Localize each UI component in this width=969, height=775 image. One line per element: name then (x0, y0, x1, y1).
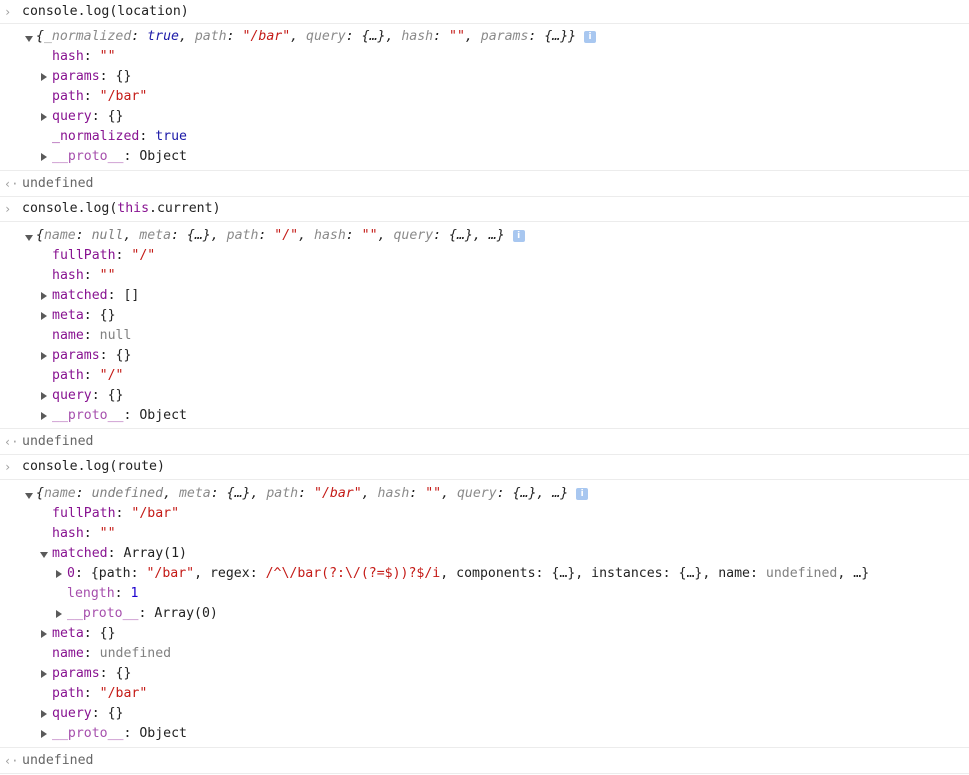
expand-toggle-icon[interactable] (41, 153, 47, 161)
preview-value: "/bar" (242, 29, 291, 44)
object-preview[interactable]: {name: undefined, meta: {…}, path: "/bar… (36, 484, 589, 504)
expand-toggle-icon[interactable] (41, 730, 47, 738)
return-arrow-icon: ‹· (4, 754, 19, 768)
preview-key: query (306, 29, 346, 44)
console-output-block: {name: null, meta: {…}, path: "/", hash:… (0, 222, 969, 429)
expand-toggle-icon[interactable] (41, 292, 47, 300)
array-item-row[interactable]: 0: {path: "/bar", regex: /^\/bar(?:\/(?=… (67, 564, 869, 584)
console-output-block: {name: undefined, meta: {…}, path: "/bar… (0, 480, 969, 748)
property-row: hash: "" (52, 526, 116, 541)
preview-value: true (147, 29, 179, 44)
expand-toggle-icon[interactable] (41, 630, 47, 638)
property-row[interactable]: __proto__: Object (52, 724, 187, 744)
property-row[interactable]: query: {} (52, 386, 123, 406)
property-row[interactable]: params: {} (52, 346, 131, 366)
expand-toggle-icon[interactable] (41, 113, 47, 121)
info-icon[interactable]: i (512, 230, 525, 242)
property-row[interactable]: meta: {} (52, 306, 116, 326)
console-command: console.log(route) (22, 459, 165, 474)
info-icon[interactable]: i (584, 31, 597, 43)
console-input-row[interactable]: › console.log(location) (0, 0, 969, 24)
property-row: path: "/" (52, 368, 124, 383)
expand-toggle-icon[interactable] (41, 73, 47, 81)
console-command: console.log(location) (22, 4, 189, 19)
preview-key: _normalized (43, 29, 132, 44)
expand-toggle-icon[interactable] (41, 670, 47, 678)
chevron-right-icon: › (4, 460, 12, 474)
property-row: length: 1 (67, 586, 139, 601)
property-row: name: undefined (52, 646, 172, 661)
expand-toggle-icon[interactable] (56, 610, 62, 618)
expand-toggle-icon[interactable] (25, 493, 33, 499)
expand-toggle-icon[interactable] (25, 235, 33, 241)
property-row: _normalized: true (52, 129, 187, 144)
expand-toggle-icon[interactable] (41, 352, 47, 360)
property-row[interactable]: __proto__: Array(0) (67, 604, 218, 624)
preview-key: params (480, 29, 529, 44)
devtools-console: › console.log(location) {_normalized: tr… (0, 0, 969, 775)
chevron-right-icon: › (4, 5, 12, 19)
property-row[interactable]: meta: {} (52, 624, 116, 644)
property-row: path: "/bar" (52, 89, 148, 104)
expand-toggle-icon[interactable] (41, 392, 47, 400)
return-arrow-icon: ‹· (4, 435, 19, 449)
console-result-row: ‹· undefined (0, 429, 969, 455)
property-row[interactable]: __proto__: Object (52, 147, 187, 167)
console-input-row[interactable]: › console.log(route) (0, 455, 969, 480)
console-input-row[interactable]: › console.log(this.current) (0, 197, 969, 222)
property-row: fullPath: "/bar" (52, 506, 180, 521)
return-arrow-icon: ‹· (4, 177, 19, 191)
property-row: hash: "" (52, 268, 116, 283)
property-row[interactable]: params: {} (52, 67, 131, 87)
chevron-right-icon: › (4, 202, 12, 216)
object-preview[interactable]: {_normalized: true, path: "/bar", query:… (36, 27, 597, 47)
property-row: name: null (52, 328, 132, 343)
property-row[interactable]: params: {} (52, 664, 131, 684)
property-row: hash: "" (52, 49, 116, 64)
object-preview[interactable]: {name: null, meta: {…}, path: "/", hash:… (36, 226, 525, 246)
console-result-row: ‹· undefined (0, 748, 969, 774)
preview-key: hash (401, 29, 434, 44)
result-value: undefined (22, 753, 94, 768)
expand-toggle-icon[interactable] (56, 570, 62, 578)
console-result-row: ‹· undefined (0, 171, 969, 197)
expand-toggle-icon[interactable] (41, 412, 47, 420)
property-row[interactable]: matched: [] (52, 286, 139, 306)
preview-value: "" (449, 29, 465, 44)
console-output-block: {_normalized: true, path: "/bar", query:… (0, 24, 969, 171)
property-row[interactable]: __proto__: Object (52, 406, 187, 426)
property-row: path: "/bar" (52, 686, 148, 701)
info-icon[interactable]: i (576, 488, 589, 500)
expand-toggle-icon[interactable] (41, 710, 47, 718)
preview-key: path (194, 29, 227, 44)
preview-value: {…} (544, 29, 569, 44)
expand-toggle-icon[interactable] (41, 312, 47, 320)
property-row[interactable]: query: {} (52, 704, 123, 724)
console-command: console.log(this.current) (22, 201, 221, 216)
property-row: fullPath: "/" (52, 248, 156, 263)
preview-value: {…} (361, 29, 386, 44)
expand-toggle-icon[interactable] (25, 36, 33, 42)
property-row[interactable]: query: {} (52, 107, 123, 127)
result-value: undefined (22, 176, 94, 191)
property-row[interactable]: matched: Array(1) (52, 544, 187, 564)
result-value: undefined (22, 434, 94, 449)
expand-toggle-icon[interactable] (40, 552, 48, 558)
